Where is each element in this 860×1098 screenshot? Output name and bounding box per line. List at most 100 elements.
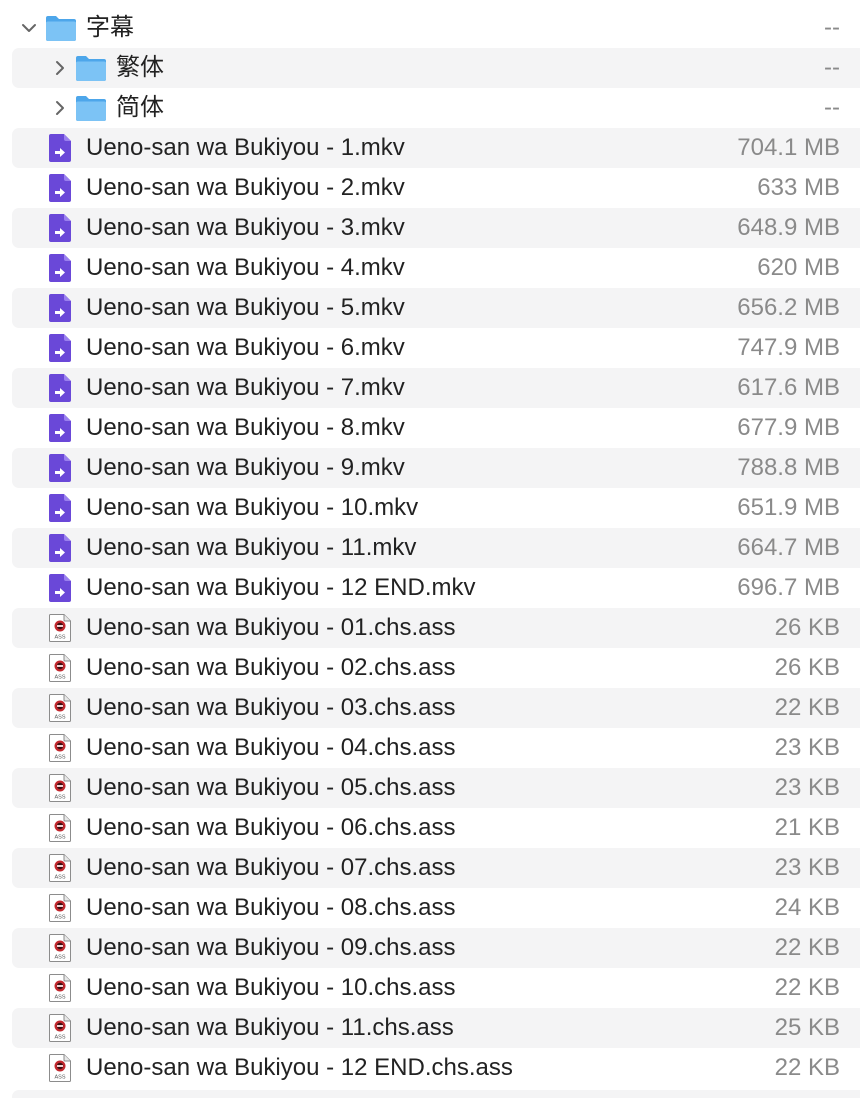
file-name: Ueno-san wa Bukiyou - 12 END.mkv	[86, 574, 476, 601]
ass-subtitle-file-icon: ASS	[48, 1048, 72, 1088]
file-name: Ueno-san wa Bukiyou - 09.chs.ass	[86, 934, 456, 961]
svg-text:ASS: ASS	[54, 1035, 65, 1041]
svg-text:ASS: ASS	[54, 915, 65, 921]
file-row[interactable]: Ueno-san wa Bukiyou - 7.mkv 617.6 MB	[12, 368, 860, 408]
file-row[interactable]: Ueno-san wa Bukiyou - 11.mkv 664.7 MB	[12, 528, 860, 568]
folder-name: 字幕	[86, 14, 134, 41]
file-name: Ueno-san wa Bukiyou - 1.mkv	[86, 134, 405, 161]
file-name: Ueno-san wa Bukiyou - 06.chs.ass	[86, 814, 456, 841]
ass-subtitle-file-icon: ASS	[48, 928, 72, 968]
file-row[interactable]: ASS Ueno-san wa Bukiyou - 06.chs.ass 21 KB	[12, 808, 860, 848]
video-file-icon	[48, 488, 72, 528]
file-name: Ueno-san wa Bukiyou - 01.chs.ass	[86, 614, 456, 641]
file-size: 24 KB	[774, 894, 840, 921]
file-row[interactable]: ASS Ueno-san wa Bukiyou - 05.chs.ass 23 KB	[12, 768, 860, 808]
file-name: Ueno-san wa Bukiyou - 10.mkv	[86, 494, 419, 521]
video-file-icon	[48, 368, 72, 408]
file-row[interactable]: ASS Ueno-san wa Bukiyou - 03.chs.ass 22 KB	[12, 688, 860, 728]
file-name: Ueno-san wa Bukiyou - 9.mkv	[86, 454, 405, 481]
ass-subtitle-file-icon: ASS	[48, 608, 72, 648]
folder-row[interactable]: 字幕 --	[12, 8, 860, 48]
file-row[interactable]: ASS Ueno-san wa Bukiyou - 01.chs.ass 26 KB	[12, 608, 860, 648]
file-size: 22 KB	[774, 1054, 840, 1081]
file-row[interactable]: Ueno-san wa Bukiyou - 12 END.mkv 696.7 MB	[12, 568, 860, 608]
file-row[interactable]: ASS Ueno-san wa Bukiyou - 04.chs.ass 23 KB	[12, 728, 860, 768]
subfolder-row[interactable]: 简体 --	[12, 88, 860, 128]
file-row[interactable]: ASS Ueno-san wa Bukiyou - 02.chs.ass 26 KB	[12, 648, 860, 688]
file-row[interactable]: Ueno-san wa Bukiyou - 10.mkv 651.9 MB	[12, 488, 860, 528]
subfolder-size: --	[824, 54, 840, 81]
file-row[interactable]: Ueno-san wa Bukiyou - 8.mkv 677.9 MB	[12, 408, 860, 448]
file-row[interactable]: ASS Ueno-san wa Bukiyou - 10.chs.ass 22 KB	[12, 968, 860, 1008]
file-name: Ueno-san wa Bukiyou - 02.chs.ass	[86, 654, 456, 681]
file-name: Ueno-san wa Bukiyou - 04.chs.ass	[86, 734, 456, 761]
file-size: 648.9 MB	[737, 214, 840, 241]
file-size: 677.9 MB	[737, 414, 840, 441]
file-size: 26 KB	[774, 654, 840, 681]
file-row[interactable]: Ueno-san wa Bukiyou - 2.mkv 633 MB	[12, 168, 860, 208]
ass-subtitle-file-icon: ASS	[48, 808, 72, 848]
ass-subtitle-file-icon: ASS	[48, 728, 72, 768]
file-row[interactable]: Ueno-san wa Bukiyou - 9.mkv 788.8 MB	[12, 448, 860, 488]
svg-text:ASS: ASS	[54, 835, 65, 841]
chevron-down-icon[interactable]	[17, 8, 41, 48]
folder-icon	[74, 88, 108, 128]
file-size: 788.8 MB	[737, 454, 840, 481]
video-file-icon	[48, 168, 72, 208]
file-name: Ueno-san wa Bukiyou - 05.chs.ass	[86, 774, 456, 801]
file-size: 633 MB	[757, 174, 840, 201]
folder-icon	[74, 48, 108, 88]
file-size: 23 KB	[774, 734, 840, 761]
files-list: Ueno-san wa Bukiyou - 1.mkv 704.1 MB Ueno-…	[0, 128, 860, 1088]
file-size: 651.9 MB	[737, 494, 840, 521]
video-file-icon	[48, 328, 72, 368]
file-size: 656.2 MB	[737, 294, 840, 321]
file-name: Ueno-san wa Bukiyou - 5.mkv	[86, 294, 405, 321]
file-row[interactable]: ASS Ueno-san wa Bukiyou - 11.chs.ass 25 KB	[12, 1008, 860, 1048]
file-row[interactable]: Ueno-san wa Bukiyou - 3.mkv 648.9 MB	[12, 208, 860, 248]
file-row[interactable]: ASS Ueno-san wa Bukiyou - 08.chs.ass 24 KB	[12, 888, 860, 928]
file-row[interactable]: ASS Ueno-san wa Bukiyou - 09.chs.ass 22 KB	[12, 928, 860, 968]
file-name: Ueno-san wa Bukiyou - 11.chs.ass	[86, 1014, 454, 1041]
file-size: 22 KB	[774, 974, 840, 1001]
subfolder-list: 繁体 -- 简体 --	[0, 48, 860, 128]
partial-list-row	[12, 1090, 860, 1098]
file-name: Ueno-san wa Bukiyou - 07.chs.ass	[86, 854, 456, 881]
file-row[interactable]: ASS Ueno-san wa Bukiyou - 12 END.chs.ass 2…	[12, 1048, 860, 1088]
video-file-icon	[48, 128, 72, 168]
svg-text:ASS: ASS	[54, 635, 65, 641]
file-size: 26 KB	[774, 614, 840, 641]
chevron-right-icon[interactable]	[48, 48, 72, 88]
file-size: 23 KB	[774, 854, 840, 881]
ass-subtitle-file-icon: ASS	[48, 848, 72, 888]
file-size: 25 KB	[774, 1014, 840, 1041]
subfolder-size: --	[824, 94, 840, 121]
file-row[interactable]: Ueno-san wa Bukiyou - 5.mkv 656.2 MB	[12, 288, 860, 328]
file-size: 696.7 MB	[737, 574, 840, 601]
file-name: Ueno-san wa Bukiyou - 4.mkv	[86, 254, 405, 281]
chevron-right-icon[interactable]	[48, 88, 72, 128]
file-name: Ueno-san wa Bukiyou - 3.mkv	[86, 214, 405, 241]
ass-subtitle-file-icon: ASS	[48, 688, 72, 728]
subfolder-row[interactable]: 繁体 --	[12, 48, 860, 88]
file-name: Ueno-san wa Bukiyou - 03.chs.ass	[86, 694, 456, 721]
svg-text:ASS: ASS	[54, 955, 65, 961]
file-size: 617.6 MB	[737, 374, 840, 401]
file-name: Ueno-san wa Bukiyou - 10.chs.ass	[86, 974, 456, 1001]
file-name: Ueno-san wa Bukiyou - 6.mkv	[86, 334, 405, 361]
svg-text:ASS: ASS	[54, 675, 65, 681]
ass-subtitle-file-icon: ASS	[48, 888, 72, 928]
svg-text:ASS: ASS	[54, 1075, 65, 1081]
file-row[interactable]: Ueno-san wa Bukiyou - 6.mkv 747.9 MB	[12, 328, 860, 368]
file-list: 字幕 -- 繁体 -- 简体 -- Ueno-san wa Bukiyou - 1.m…	[0, 8, 860, 1088]
folder-size: --	[824, 14, 840, 41]
file-size: 21 KB	[774, 814, 840, 841]
file-row[interactable]: Ueno-san wa Bukiyou - 1.mkv 704.1 MB	[12, 128, 860, 168]
file-row[interactable]: Ueno-san wa Bukiyou - 4.mkv 620 MB	[12, 248, 860, 288]
video-file-icon	[48, 288, 72, 328]
file-name: Ueno-san wa Bukiyou - 11.mkv	[86, 534, 417, 561]
svg-text:ASS: ASS	[54, 715, 65, 721]
file-row[interactable]: ASS Ueno-san wa Bukiyou - 07.chs.ass 23 KB	[12, 848, 860, 888]
svg-text:ASS: ASS	[54, 995, 65, 1001]
video-file-icon	[48, 448, 72, 488]
